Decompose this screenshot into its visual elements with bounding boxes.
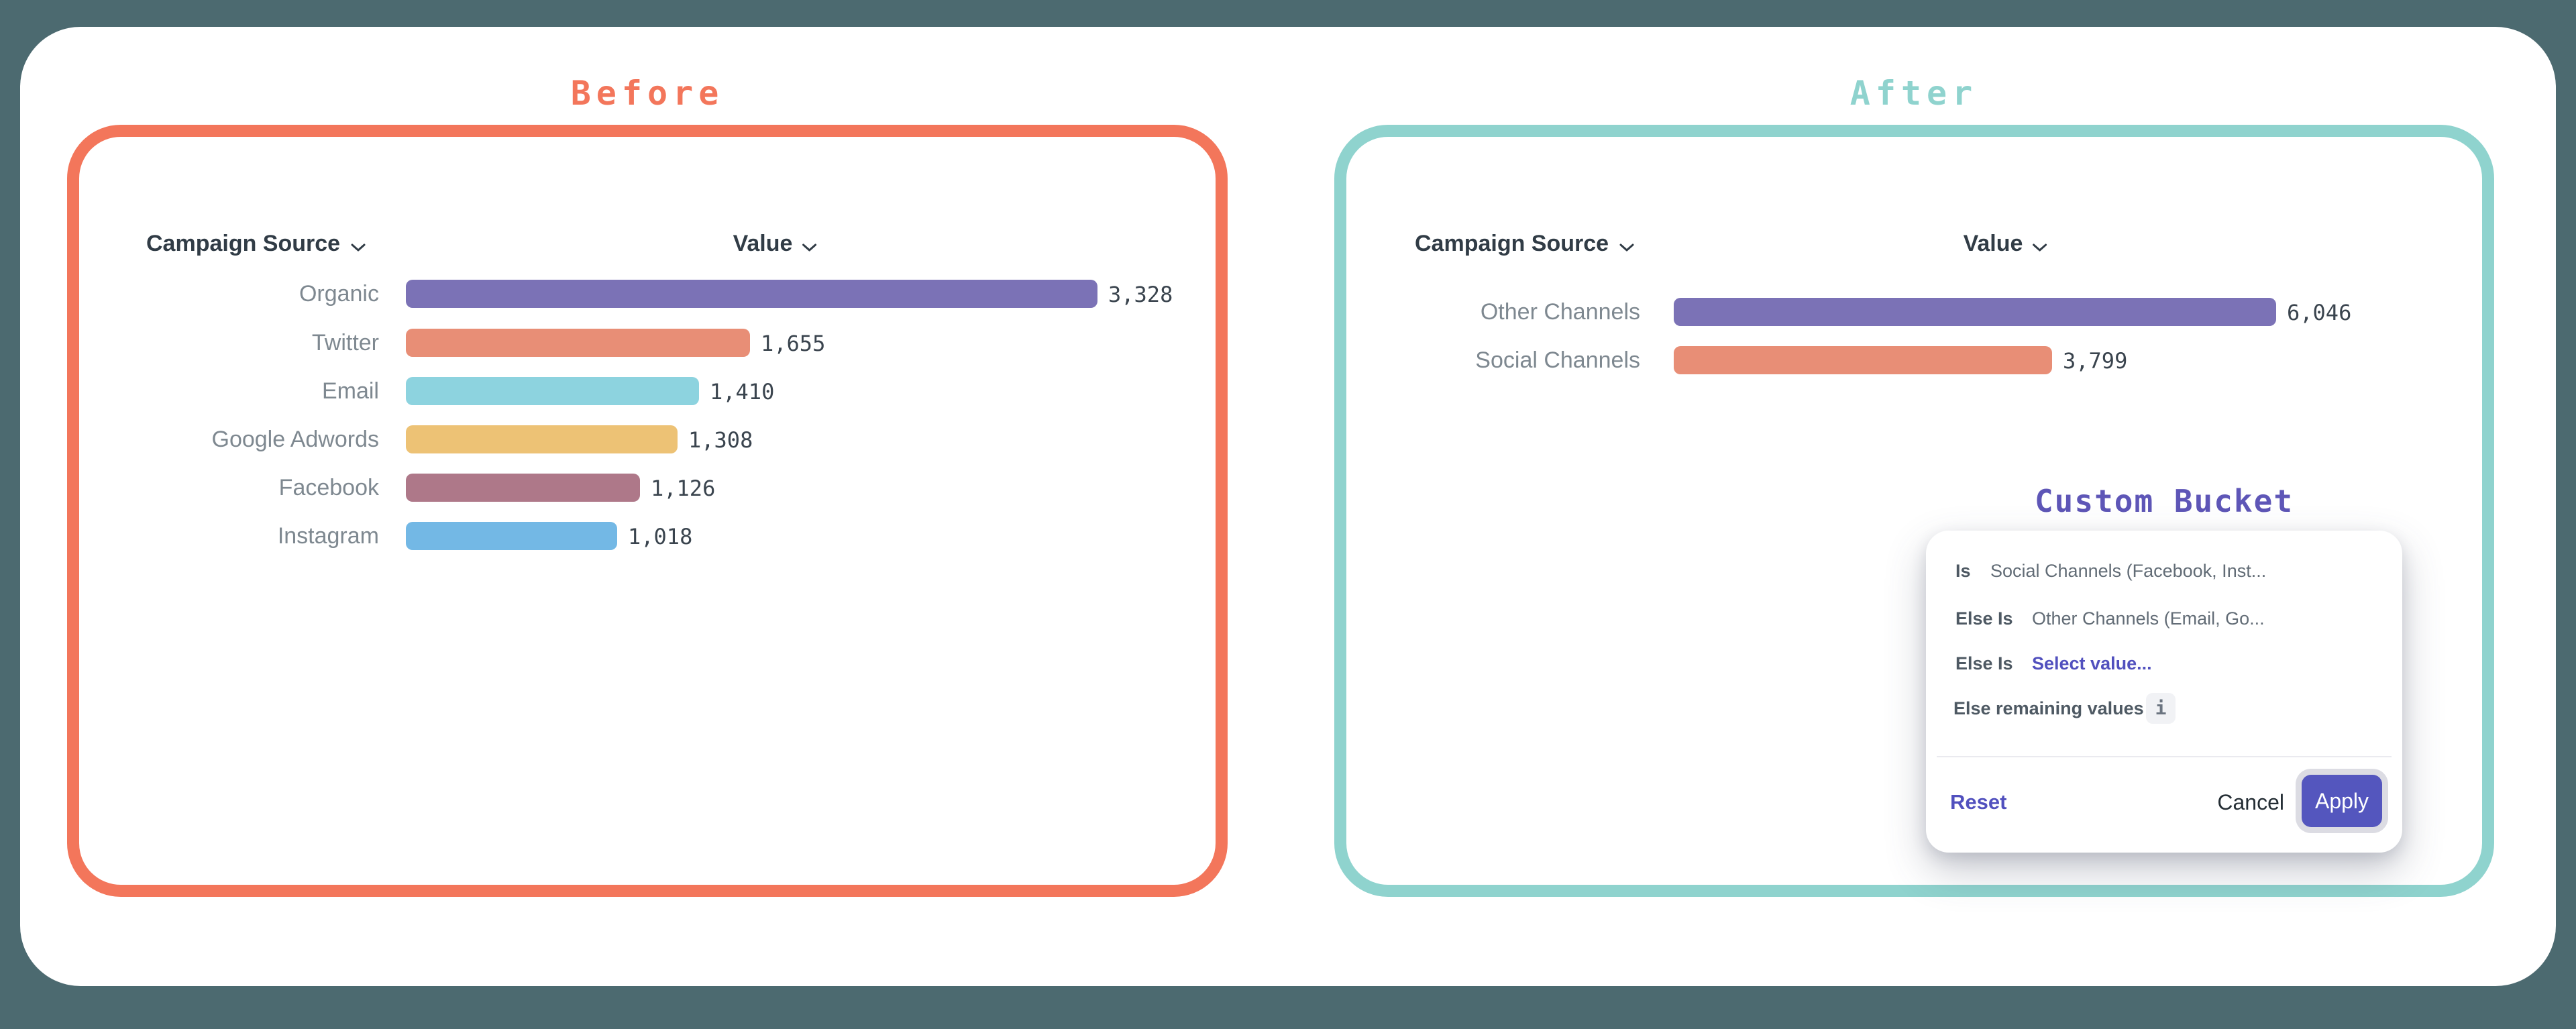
column-header-value[interactable]: Value [733,229,817,258]
condition-keyword: Else Is [1955,605,2013,632]
chevron-down-icon [351,232,366,258]
value-bar [406,425,678,453]
row-value: 1,655 [761,329,825,357]
row-label: Other Channels [1334,298,1640,326]
custom-bucket-dialog: Is Social Channels (Facebook, Inst... El… [1926,531,2402,853]
column-header-label: Campaign Source [1415,231,1609,257]
table-row: Twitter 1,655 [67,329,1228,357]
row-label: Email [67,377,379,405]
row-label: Instagram [67,522,379,550]
row-label: Organic [67,280,379,308]
table-row: Organic 3,328 [67,280,1228,308]
column-header-campaign-source[interactable]: Campaign Source [1415,229,1634,258]
chevron-down-icon [2032,232,2047,258]
row-value: 6,046 [2287,298,2351,326]
table-row: Email 1,410 [67,377,1228,405]
table-row: Other Channels 6,046 [1334,298,2494,326]
row-value: 3,799 [2063,346,2127,374]
value-bar [406,377,699,405]
row-value: 1,410 [710,377,774,405]
condition-value-field[interactable]: Other Channels (Email, Go... [2032,605,2265,632]
cancel-button[interactable]: Cancel [2217,789,2284,816]
column-header-value[interactable]: Value [1964,229,2047,258]
column-header-label: Campaign Source [146,231,340,257]
table-row: Instagram 1,018 [67,522,1228,550]
bucket-condition-row: Else Is Select value... [1926,650,2402,677]
info-icon[interactable]: i [2146,693,2176,724]
value-bar [406,329,750,357]
column-header-label: Value [733,231,793,257]
condition-value-field[interactable]: Social Channels (Facebook, Inst... [1990,557,2266,584]
value-bar [1674,298,2276,326]
bucket-condition-row: Else remaining values i [1926,695,2402,722]
table-row: Facebook 1,126 [67,474,1228,502]
table-row: Google Adwords 1,308 [67,425,1228,453]
chevron-down-icon [802,232,816,258]
bucket-condition-row: Is Social Channels (Facebook, Inst... [1926,557,2402,584]
table-row: Social Channels 3,799 [1334,346,2494,374]
bucket-condition-row: Else Is Other Channels (Email, Go... [1926,605,2402,632]
row-value: 1,018 [628,522,692,550]
value-bar [406,280,1097,308]
row-value: 3,328 [1108,280,1173,308]
condition-keyword: Else Is [1955,650,2013,677]
after-title: After [1713,72,2115,114]
select-value-link[interactable]: Select value... [2032,650,2152,677]
row-value: 1,308 [688,425,753,453]
before-title: Before [446,72,849,114]
condition-keyword: Else remaining values [1953,695,2144,722]
row-label: Twitter [67,329,379,357]
dialog-divider [1937,756,2392,757]
condition-keyword: Is [1955,557,1971,584]
apply-button[interactable]: Apply [2302,775,2382,827]
column-header-label: Value [1964,231,2023,257]
row-label: Facebook [67,474,379,502]
value-bar [406,474,640,502]
before-panel: Campaign Source Value Organic 3,328 Twitte… [67,125,1228,897]
column-header-campaign-source[interactable]: Campaign Source [146,229,366,258]
chevron-down-icon [1619,232,1634,258]
row-label: Social Channels [1334,346,1640,374]
reset-button[interactable]: Reset [1950,789,2006,816]
value-bar [1674,346,2052,374]
value-bar [406,522,617,550]
custom-bucket-title: Custom Bucket [1963,482,2365,521]
row-label: Google Adwords [67,425,379,453]
row-value: 1,126 [651,474,715,502]
